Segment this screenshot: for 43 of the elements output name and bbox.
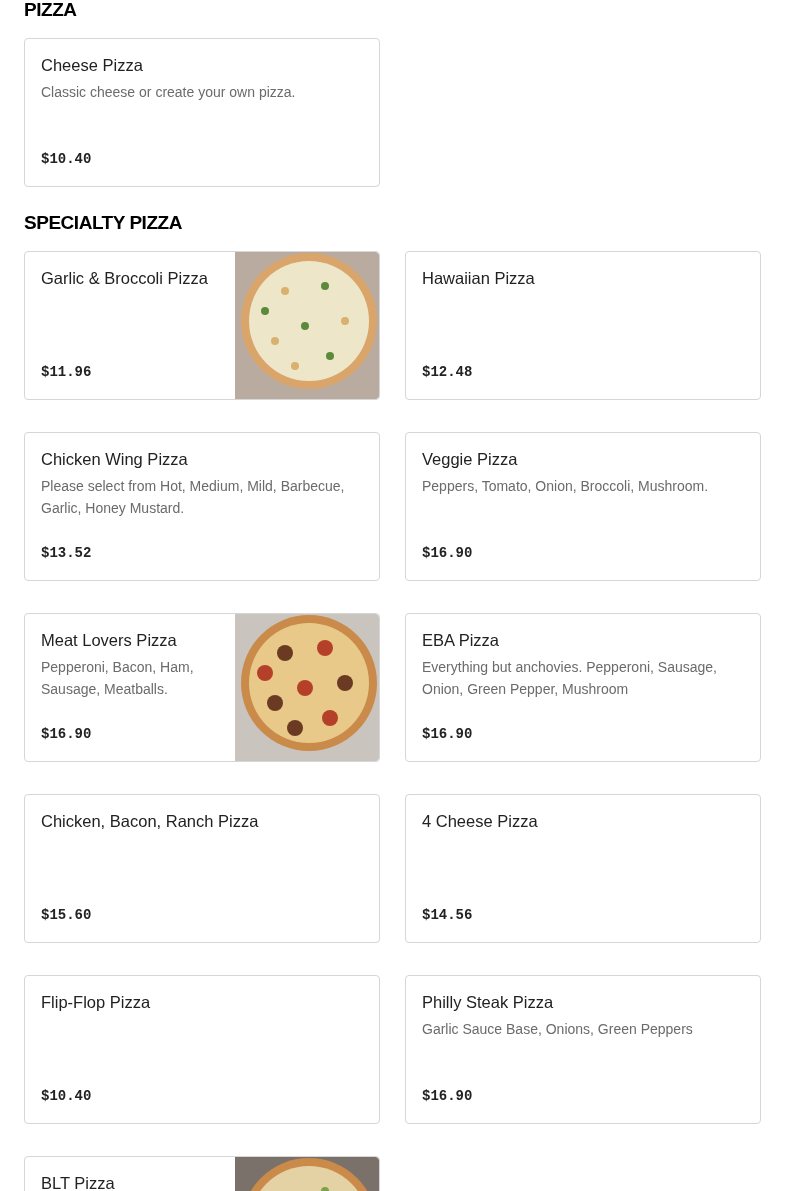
item-description: Garlic Sauce Base, Onions, Green Peppers bbox=[422, 1020, 694, 1039]
item-name: Veggie Pizza bbox=[422, 449, 519, 470]
item-name: Garlic & Broccoli Pizza bbox=[41, 268, 209, 289]
menu-item-card[interactable]: Meat Lovers Pizza Pepperoni, Bacon, Ham, Sausage, Meatballs. $16.90 bbox=[24, 613, 380, 762]
section-heading: SPECIALTY PIZZA bbox=[24, 213, 183, 233]
item-price: $16.90 bbox=[422, 1087, 474, 1106]
item-name: Meat Lovers Pizza bbox=[41, 630, 178, 651]
item-price: $10.40 bbox=[41, 150, 93, 169]
menu-item-card[interactable]: Garlic & Broccoli Pizza $11.96 bbox=[24, 251, 380, 400]
section-heading: PIZZA bbox=[24, 0, 78, 20]
item-price: $16.90 bbox=[422, 725, 474, 744]
item-description: Peppers, Tomato, Onion, Broccoli, Mushroom. bbox=[422, 477, 710, 496]
menu-item-card[interactable]: Flip-Flop Pizza $10.40 bbox=[24, 975, 380, 1124]
item-name: EBA Pizza bbox=[422, 630, 501, 651]
item-name: Cheese Pizza bbox=[41, 55, 144, 76]
item-price: $15.60 bbox=[41, 906, 93, 925]
item-price: $14.56 bbox=[422, 906, 474, 925]
item-price: $12.48 bbox=[422, 363, 474, 382]
menu-item-card[interactable]: 4 Cheese Pizza $14.56 bbox=[405, 794, 761, 943]
item-name: BLT Pizza bbox=[41, 1173, 116, 1191]
menu-item-card[interactable]: Chicken Wing Pizza Please select from Hot, Medium, Mild, Barbecue, Garlic, Honey Mustard. $13.52 bbox=[24, 432, 380, 581]
menu-item-card[interactable]: Cheese Pizza Classic cheese or create your own pizza. $10.40 bbox=[24, 38, 380, 187]
item-description: Pepperoni, Bacon, Ham, Sausage, Meatballs. bbox=[41, 658, 195, 699]
menu-item-card[interactable]: Veggie Pizza Peppers, Tomato, Onion, Broccoli, Mushroom. $16.90 bbox=[405, 432, 761, 581]
item-name: Chicken, Bacon, Ranch Pizza bbox=[41, 811, 260, 832]
item-price: $16.90 bbox=[41, 725, 93, 744]
item-description: Everything but anchovies. Pepperoni, Sausage, Onion, Green Pepper, Mushroom bbox=[422, 658, 718, 699]
menu-item-card[interactable]: EBA Pizza Everything but anchovies. Pepperoni, Sausage, Onion, Green Pepper, Mushroom $16.90 bbox=[405, 613, 761, 762]
menu-item-card[interactable]: Philly Steak Pizza Garlic Sauce Base, Onions, Green Peppers $16.90 bbox=[405, 975, 761, 1124]
item-name: Flip-Flop Pizza bbox=[41, 992, 152, 1013]
item-price: $10.40 bbox=[41, 1087, 93, 1106]
item-price: $11.96 bbox=[41, 363, 93, 382]
item-price: $16.90 bbox=[422, 544, 474, 563]
item-name: Philly Steak Pizza bbox=[422, 992, 555, 1013]
item-name: Chicken Wing Pizza bbox=[41, 449, 189, 470]
menu-item-card[interactable]: Hawaiian Pizza $12.48 bbox=[405, 251, 761, 400]
menu-item-card[interactable]: Chicken, Bacon, Ranch Pizza $15.60 bbox=[24, 794, 380, 943]
item-name: Hawaiian Pizza bbox=[422, 268, 536, 289]
item-name: 4 Cheese Pizza bbox=[422, 811, 539, 832]
item-price: $13.52 bbox=[41, 544, 93, 563]
item-description: Please select from Hot, Medium, Mild, Barbecue, Garlic, Honey Mustard. bbox=[41, 477, 346, 518]
item-description: Classic cheese or create your own pizza. bbox=[41, 83, 297, 102]
menu-item-card[interactable]: BLT Pizza bbox=[24, 1156, 380, 1191]
